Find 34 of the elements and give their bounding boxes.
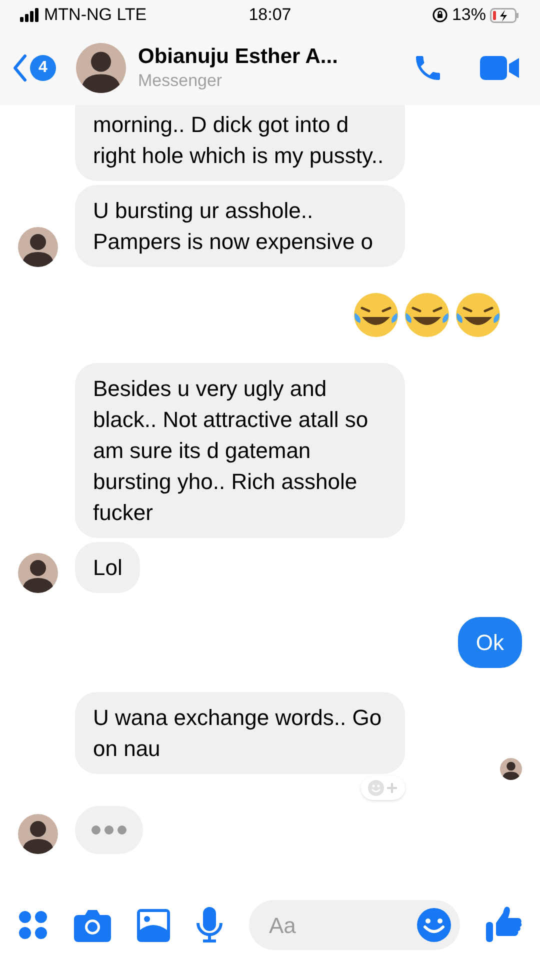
image-icon[interactable] xyxy=(137,908,170,942)
signal-icon xyxy=(20,8,40,22)
microphone-icon[interactable] xyxy=(196,907,223,943)
message-field[interactable]: Aa xyxy=(249,900,460,950)
apps-icon[interactable] xyxy=(18,910,48,940)
avatar xyxy=(18,814,58,854)
laughing-emoji-icon xyxy=(403,291,451,339)
battery-charging-icon xyxy=(490,8,520,22)
message-bubble: Besides u very ugly and black.. Not attractive atall so am sure its d gateman bursting yho.. Rich asshole fucker xyxy=(75,363,405,538)
rotation-lock-icon xyxy=(432,7,448,23)
back-button[interactable]: 4 xyxy=(12,52,56,82)
laughing-emoji-icon xyxy=(454,291,502,339)
avatar xyxy=(18,227,58,267)
add-reaction-icon xyxy=(367,779,399,797)
avatar xyxy=(18,553,58,593)
typing-indicator xyxy=(75,806,143,854)
back-icon xyxy=(12,52,28,82)
laughing-emoji-icon xyxy=(352,291,400,339)
battery-percent: 13% xyxy=(452,4,486,26)
message-input[interactable]: Aa xyxy=(269,908,416,942)
contact-name[interactable]: Obianuju Esther A... xyxy=(138,44,338,70)
carrier-name: MTN-NG LTE xyxy=(44,4,147,26)
message-bubble: Lol xyxy=(75,542,140,593)
thumbs-up-icon[interactable] xyxy=(486,906,522,944)
video-camera-icon[interactable] xyxy=(480,54,520,80)
message-bubble: U bursting ur asshole.. Pampers is now expensive o xyxy=(75,185,405,267)
unread-count: 4 xyxy=(30,54,56,80)
clock-time: 18:07 xyxy=(248,4,292,26)
avatar xyxy=(76,42,126,92)
message-bubble: Ok xyxy=(458,617,522,668)
camera-icon[interactable] xyxy=(74,908,111,942)
emoji-icon[interactable] xyxy=(416,907,452,943)
message-bubble: morning.. D dick got into d right hole which is my pussty.. xyxy=(75,105,405,181)
contact-subtitle: Messenger xyxy=(138,70,224,92)
